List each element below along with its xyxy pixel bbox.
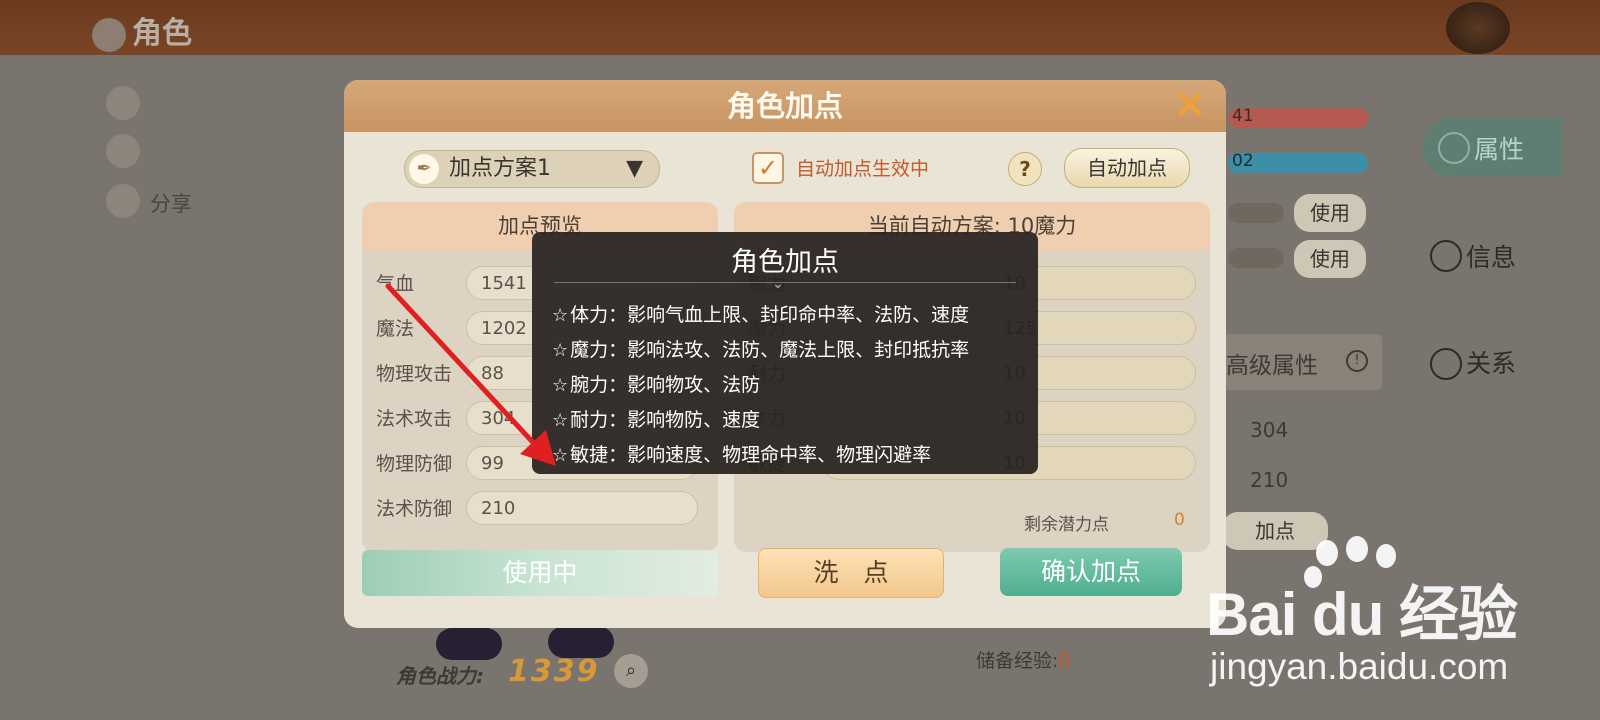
tooltip-divider [554,282,1016,283]
share-icon[interactable] [106,184,140,218]
auto-add-button[interactable]: 自动加点 [1064,148,1190,188]
auto-effect-checkbox[interactable]: ✓ [752,152,784,184]
item-bar-1 [1228,203,1284,223]
tooltip-line: ☆ 敏捷：影响速度、物理命中率、物理闪避率 [552,440,931,467]
tooltip-line: ☆ 腕力：影响物攻、法防 [552,370,760,397]
character-icon [92,17,126,52]
relation-icon [1430,348,1462,380]
watermark: Bai du 经验 jingyan.baidu.com [1200,536,1590,720]
watermark-url: jingyan.baidu.com [1210,646,1509,687]
reserve-value: 0 [1058,650,1071,672]
scheme-select[interactable]: ✒ 加点方案1 ▼ [404,150,660,188]
scheme-label: 加点方案1 [449,156,551,181]
confirm-add-button[interactable]: 确认加点 [1000,548,1182,596]
advanced-attr-title: 高级属性 [1226,353,1318,379]
watermark-logo: Bai du 经验 [1206,581,1518,648]
emblem-icon[interactable] [1446,2,1510,54]
help-button[interactable]: ? [1008,152,1042,186]
top-bar [0,0,1600,55]
item-bar-2 [1228,248,1284,268]
stat-name: 法术防御 [376,498,453,520]
info-icon [1430,240,1462,272]
tooltip-line: ☆ 体力：影响气血上限、封印命中率、法防、速度 [552,300,969,327]
feather-icon: ✒ [409,154,439,184]
mp-bar-text: 02 [1232,151,1254,171]
power-value: 1339 [508,654,600,689]
tooltip: 角色加点 ⌄ ☆ 体力：影响气血上限、封印命中率、法防、速度 ☆ 魔力：影响法攻、法… [532,232,1038,474]
reserve-label: 储备经验: [976,650,1059,672]
remaining-points-value: 0 [1174,510,1185,530]
share-label[interactable]: 分享 [150,188,192,218]
tooltip-line: ☆ 耐力：影响物防、速度 [552,405,760,432]
in-use-button[interactable]: 使用中 [362,550,718,596]
remaining-points-label: 剩余潜力点 [1024,515,1109,535]
tooltip-line-text: 敏捷：影响速度、物理命中率、物理闪避率 [570,444,932,466]
tooltip-title: 角色加点 [731,247,839,278]
search-icon[interactable]: ⌕ [614,654,648,688]
close-button[interactable]: ✕ [1170,86,1210,126]
app-title-text: 角色 [132,16,192,51]
tooltip-line-text: 魔力：影响法攻、法防、魔法上限、封印抵抗率 [570,339,970,361]
dropdown-arrow-icon: ▼ [626,156,643,181]
tooltip-line-text: 耐力：影响物防、速度 [570,409,761,431]
hp-bar-text: 41 [1232,106,1254,126]
app-title: 角色 [92,8,192,52]
tab-info[interactable]: 信息 [1466,238,1516,274]
character-foot-left [436,628,502,660]
tooltip-line-text: 腕力：影响物攻、法防 [570,374,761,396]
card-icon[interactable] [106,134,140,168]
use-button-1[interactable]: 使用 [1294,194,1366,232]
tab-attributes-label: 属性 [1474,135,1525,164]
stat-row: 法术防御 210 [376,491,706,527]
annotation-arrow-icon [385,283,556,466]
use-button-2[interactable]: 使用 [1294,240,1366,278]
attributes-icon [1438,132,1470,164]
tab-attributes[interactable]: 属性 [1422,118,1562,176]
power-label: 角色战力: [396,664,484,688]
adv-value-2: 210 [1250,468,1289,492]
auto-effect-label: 自动加点生效中 [796,158,930,180]
chevron-down-icon: ⌄ [772,276,784,292]
feather-icon[interactable] [106,86,140,120]
tooltip-line: ☆ 魔力：影响法攻、法防、魔法上限、封印抵抗率 [552,335,969,362]
reset-points-button[interactable]: 洗 点 [758,548,944,598]
tab-relation[interactable]: 关系 [1466,344,1516,380]
dialog-title: 角色加点 [726,89,843,123]
adv-value-1: 304 [1250,418,1289,442]
info-circle-icon[interactable]: ! [1346,350,1368,372]
tooltip-line-text: 体力：影响气血上限、封印命中率、法防、速度 [570,304,970,326]
stat-value: 210 [466,491,698,525]
reserve-exp: 储备经验:0 [976,646,1071,673]
